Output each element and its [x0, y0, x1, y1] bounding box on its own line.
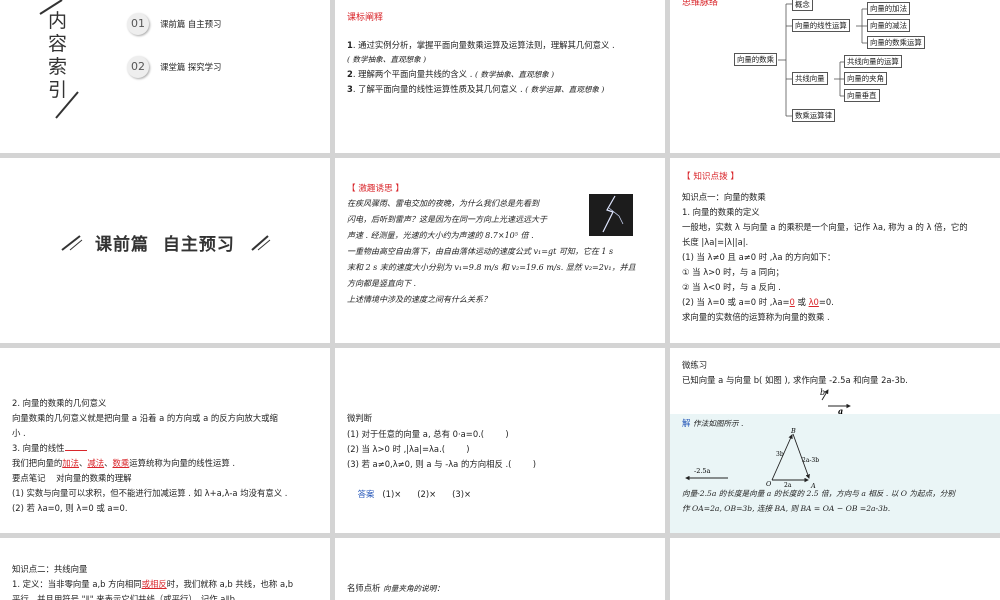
judgement-item: (3) 若 a≠0,λ≠0, 则 a 与 -λa 的方向相反 .( ) [347, 459, 537, 469]
knowledge-line: 求向量的实数倍的运算称为向量的数乘 . [682, 312, 830, 322]
slide-knowledge-2: 知识点二：共线向量 1. 定义：当非零向量 a,b 方向相同或相反时，我们就称 … [0, 538, 330, 600]
slide-objectives: 课标阐释 1. 通过实例分析，掌握平面向量数乘运算及运算法则，理解其几何意义 .… [335, 0, 665, 153]
label-a: a [838, 406, 843, 414]
mindmap-leaf: 共线向量的运算 [844, 55, 902, 68]
mindmap-laws: 数乘运算律 [792, 109, 835, 122]
knowledge-line: (1) 当 λ≠0 且 a≠0 时 ,λa 的方向如下： [682, 252, 836, 262]
label-point-b: B [790, 428, 796, 435]
knowledge-line-blanks: (2) 当 λ=0 或 a=0 时 ,λa=0 或 λ0=0. [682, 297, 834, 307]
contents-title: 内容 索引 [48, 10, 68, 101]
motivation-line: 方向都是竖直向下 . [347, 279, 417, 288]
objectives-heading: 课标阐释 [347, 13, 384, 23]
number-circle: 02 [127, 56, 149, 78]
slide-mindmap: 思维脉络 向量的数乘 概念 向量的线性运算 共线向量 数乘运算律 向量的加法 向… [670, 0, 1000, 153]
label-b: b [820, 388, 825, 397]
motivation-line: 在疾风骤雨、雷电交加的夜晚，为什么我们总是先看到 [347, 199, 539, 208]
knowledge-line: ② 当 λ<0 时，与 a 反向 . [682, 282, 781, 292]
motivation-line: 上述情境中涉及的速度之间有什么关系？ [347, 295, 491, 304]
slide-judgement: 微判断 (1) 对于任意的向量 a, 总有 0·a=0.( ) (2) 当 λ>… [335, 348, 665, 533]
knowledge-line: 知识点一：向量的数乘 [682, 192, 766, 202]
knowledge-line: 长度 |λa|=|λ||a|. [682, 237, 749, 247]
judgement-item: (2) 当 λ>0 时 ,|λa|=λa.( ) [347, 444, 470, 454]
contents-item-2[interactable]: 02 课堂篇 探究学习 [127, 55, 221, 78]
slide-contents: 内容 索引 01 课前篇 自主预习 02 课堂篇 探究学习 [0, 0, 330, 153]
exercise-heading: 微练习 [682, 360, 708, 370]
text-line: 平行，并且用符号 "∥" 来表示它们共线（或平行），记作 a∥b. [12, 594, 238, 600]
text-line: 我们把向量的加法、减法、数乘运算统称为向量的线性运算 . [12, 458, 236, 468]
solution-figure: -2.5a B A O 3b 2a-3b 2a [685, 428, 819, 488]
label-2a-3b: 2a-3b [802, 457, 819, 464]
mindmap-leaf: 向量的数乘运算 [867, 36, 925, 49]
key-note-heading: 要点笔记 对向量的数乘的理解 [12, 473, 132, 483]
slide-knowledge-1: 【 知识点拨 】 知识点一：向量的数乘 1. 向量的数乘的定义 一般地，实数 λ… [670, 158, 1000, 343]
motivation-line: 末和 2 s 末的速度大小分别为 v₁=9.8 m/s 和 v₂=19.6 m/… [347, 263, 636, 272]
slide-motivation: 【 激趣诱思 】 在疾风骤雨、雷电交加的夜晚，为什么我们总是先看到 闪电，后听到… [335, 158, 665, 343]
mindmap-root: 向量的数乘 [734, 53, 777, 66]
judgement-heading: 微判断 [347, 413, 373, 423]
mindmap-concept: 概念 [792, 0, 813, 11]
knowledge-heading: 【 知识点拨 】 [682, 172, 740, 182]
mindmap-leaf: 向量的加法 [867, 2, 910, 15]
text-line: 小 . [12, 428, 26, 438]
mindmap-leaf: 向量的夹角 [844, 72, 887, 85]
objective-2: 2. 理解两个平面向量共线的含义 . ( 数学抽象、直观想象 ) [347, 69, 555, 79]
exercise-question: 已知向量 a 与向量 b( 如图 ), 求作向量 -2.5a 和向量 2a-3b… [682, 375, 908, 385]
objective-1-note: ( 数学抽象、直观想象 ) [347, 55, 427, 64]
section-title: 课前篇 自主预习 [95, 235, 235, 255]
text-line: 1. 定义：当非零向量 a,b 方向相同或相反时，我们就称 a,b 共线，也称 … [12, 579, 294, 589]
motivation-line: 一重物由高空自由落下，由自由落体运动的速度公式 v₁=gt 可知，它在 1 s [347, 247, 614, 256]
teacher-note: 名师点析 向量夹角的说明： [347, 583, 444, 593]
knowledge-line: 1. 向量的数乘的定义 [682, 207, 760, 217]
objective-3: 3. 了解平面向量的线性运算性质及其几何意义 . ( 数学运算、直观想象 ) [347, 84, 605, 94]
text-line: 知识点二：共线向量 [12, 564, 88, 574]
motivation-heading: 【 激趣诱思 】 [347, 184, 405, 194]
text-line: (1) 实数与向量可以求积，但不能进行加减运算 . 如 λ+a,λ-a 均没有意… [12, 488, 288, 498]
motivation-line: 闪电，后听到雷声？这是因为在同一方向上光速远远大于 [347, 215, 547, 224]
given-vectors-figure: b a [820, 388, 851, 414]
text-line: 3. 向量的线性 [12, 441, 87, 456]
judgement-answer: 答案 (1)× (2)× (3)× [357, 489, 471, 499]
mindmap-linear-ops: 向量的线性运算 [792, 19, 850, 32]
solution-line: 作 OA=2a, OB=3b, 连接 BA, 则 BA = OA − OB =2… [682, 504, 891, 513]
slide-exercise: 微练习 已知向量 a 与向量 b( 如图 ), 求作向量 -2.5a 和向量 2… [670, 348, 1000, 533]
number-circle: 01 [127, 13, 149, 35]
slide-geometric-meaning: 2. 向量的数乘的几何意义 向量数乘的几何意义就是把向量 a 沿着 a 的方向或… [0, 348, 330, 533]
label-neg25a: -2.5a [694, 467, 711, 475]
contents-item-1[interactable]: 01 课前篇 自主预习 [127, 12, 221, 35]
knowledge-line: ① 当 λ>0 时，与 a 同向； [682, 267, 784, 277]
knowledge-line: 一般地，实数 λ 与向量 a 的乘积是一个向量，记作 λa, 称为 a 的 λ … [682, 222, 968, 232]
slide-blank [670, 538, 1000, 600]
label-3b: 3b [776, 451, 784, 458]
slide-section-title: 课前篇 自主预习 [0, 158, 330, 343]
text-line: 2. 向量的数乘的几何意义 [12, 398, 107, 408]
mindmap-leaf: 向量垂直 [844, 89, 880, 102]
motivation-line: 声速 . 经测量，光速的大小约为声速的 8.7×10⁵ 倍 . [347, 231, 534, 240]
lightning-photo [589, 194, 633, 236]
judgement-item: (1) 对于任意的向量 a, 总有 0·a=0.( ) [347, 429, 509, 439]
objective-1: 1. 通过实例分析，掌握平面向量数乘运算及运算法则，理解其几何意义 . [347, 40, 615, 50]
mindmap-leaf: 向量的减法 [867, 19, 910, 32]
text-line: (2) 若 λa=0, 则 λ=0 或 a=0. [12, 503, 128, 513]
solution-panel: 解 作法如图所示 . -2.5a B A O 3b 2a-3b 2a 向量-2.… [670, 414, 1000, 533]
mindmap-collinear: 共线向量 [792, 72, 828, 85]
text-line: 向量数乘的几何意义就是把向量 a 沿着 a 的方向或 a 的反方向放大或缩 [12, 413, 278, 423]
solution-line: 向量-2.5a 的长度是向量 a 的长度的 2.5 倍，方向与 a 相反 . 以… [682, 489, 955, 498]
slide-teacher-note: 名师点析 向量夹角的说明： [335, 538, 665, 600]
